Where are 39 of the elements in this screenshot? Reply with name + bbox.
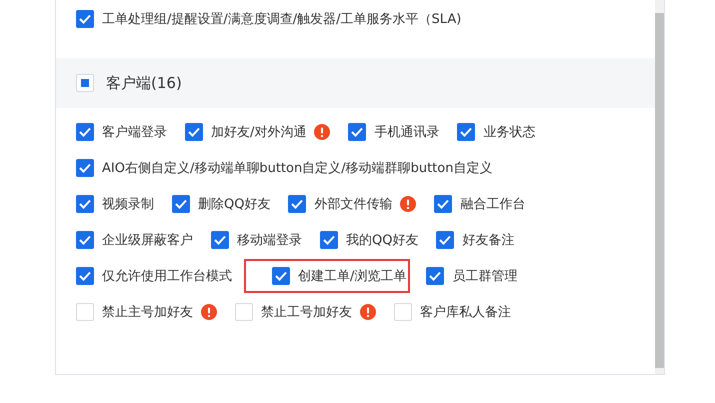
checkbox[interactable]: [348, 123, 366, 141]
option-label: 好友备注: [462, 232, 514, 249]
checkbox[interactable]: [211, 231, 229, 249]
option-label: 视频录制: [102, 196, 154, 213]
checkbox[interactable]: [272, 267, 290, 285]
option-label: 员工群管理: [452, 268, 518, 285]
checkbox[interactable]: [172, 195, 190, 213]
option-label: 客户端登录: [102, 124, 167, 141]
checkbox[interactable]: [76, 267, 94, 285]
option-label: 我的QQ好友: [346, 232, 418, 249]
option-label: 禁止工号加好友: [261, 304, 352, 321]
option-label: 创建工单/浏览工单: [298, 268, 406, 285]
section-title: 客户端(16): [106, 74, 182, 92]
option-label: 外部文件传输: [314, 196, 392, 213]
option-label: AIO右侧自定义/移动端单聊button自定义/移动端群聊button自定义: [102, 160, 492, 177]
option-label: 融合工作台: [460, 196, 526, 213]
option-label: 手机通讯录: [374, 124, 440, 141]
checkbox[interactable]: [76, 10, 94, 28]
option-label: 移动端登录: [237, 232, 302, 249]
checkbox[interactable]: [436, 231, 454, 249]
option-label: 工单处理组/提醒设置/满意度调查/触发器/工单服务水平（SLA): [102, 11, 462, 28]
checkbox[interactable]: [185, 123, 203, 141]
option-label: 客户库私人备注: [420, 304, 511, 321]
option-label: 仅允许使用工作台模式: [102, 268, 232, 285]
option-label: 删除QQ好友: [198, 196, 270, 213]
checkbox[interactable]: [76, 231, 94, 249]
option-label: 企业级屏蔽客户: [102, 232, 193, 249]
option-label: 业务状态: [483, 124, 536, 141]
checkbox[interactable]: [320, 231, 338, 249]
option-label: 加好友/对外沟通: [211, 124, 306, 141]
scrollbar-thumb[interactable]: [655, 13, 664, 368]
checkbox[interactable]: [288, 195, 306, 213]
checkbox[interactable]: [434, 195, 452, 213]
checkbox[interactable]: [76, 195, 94, 213]
checkbox[interactable]: [426, 267, 444, 285]
option-label: 禁止主号加好友: [102, 304, 193, 321]
checkbox[interactable]: [76, 123, 94, 141]
checkbox[interactable]: [76, 159, 94, 177]
checkbox[interactable]: [457, 123, 476, 141]
